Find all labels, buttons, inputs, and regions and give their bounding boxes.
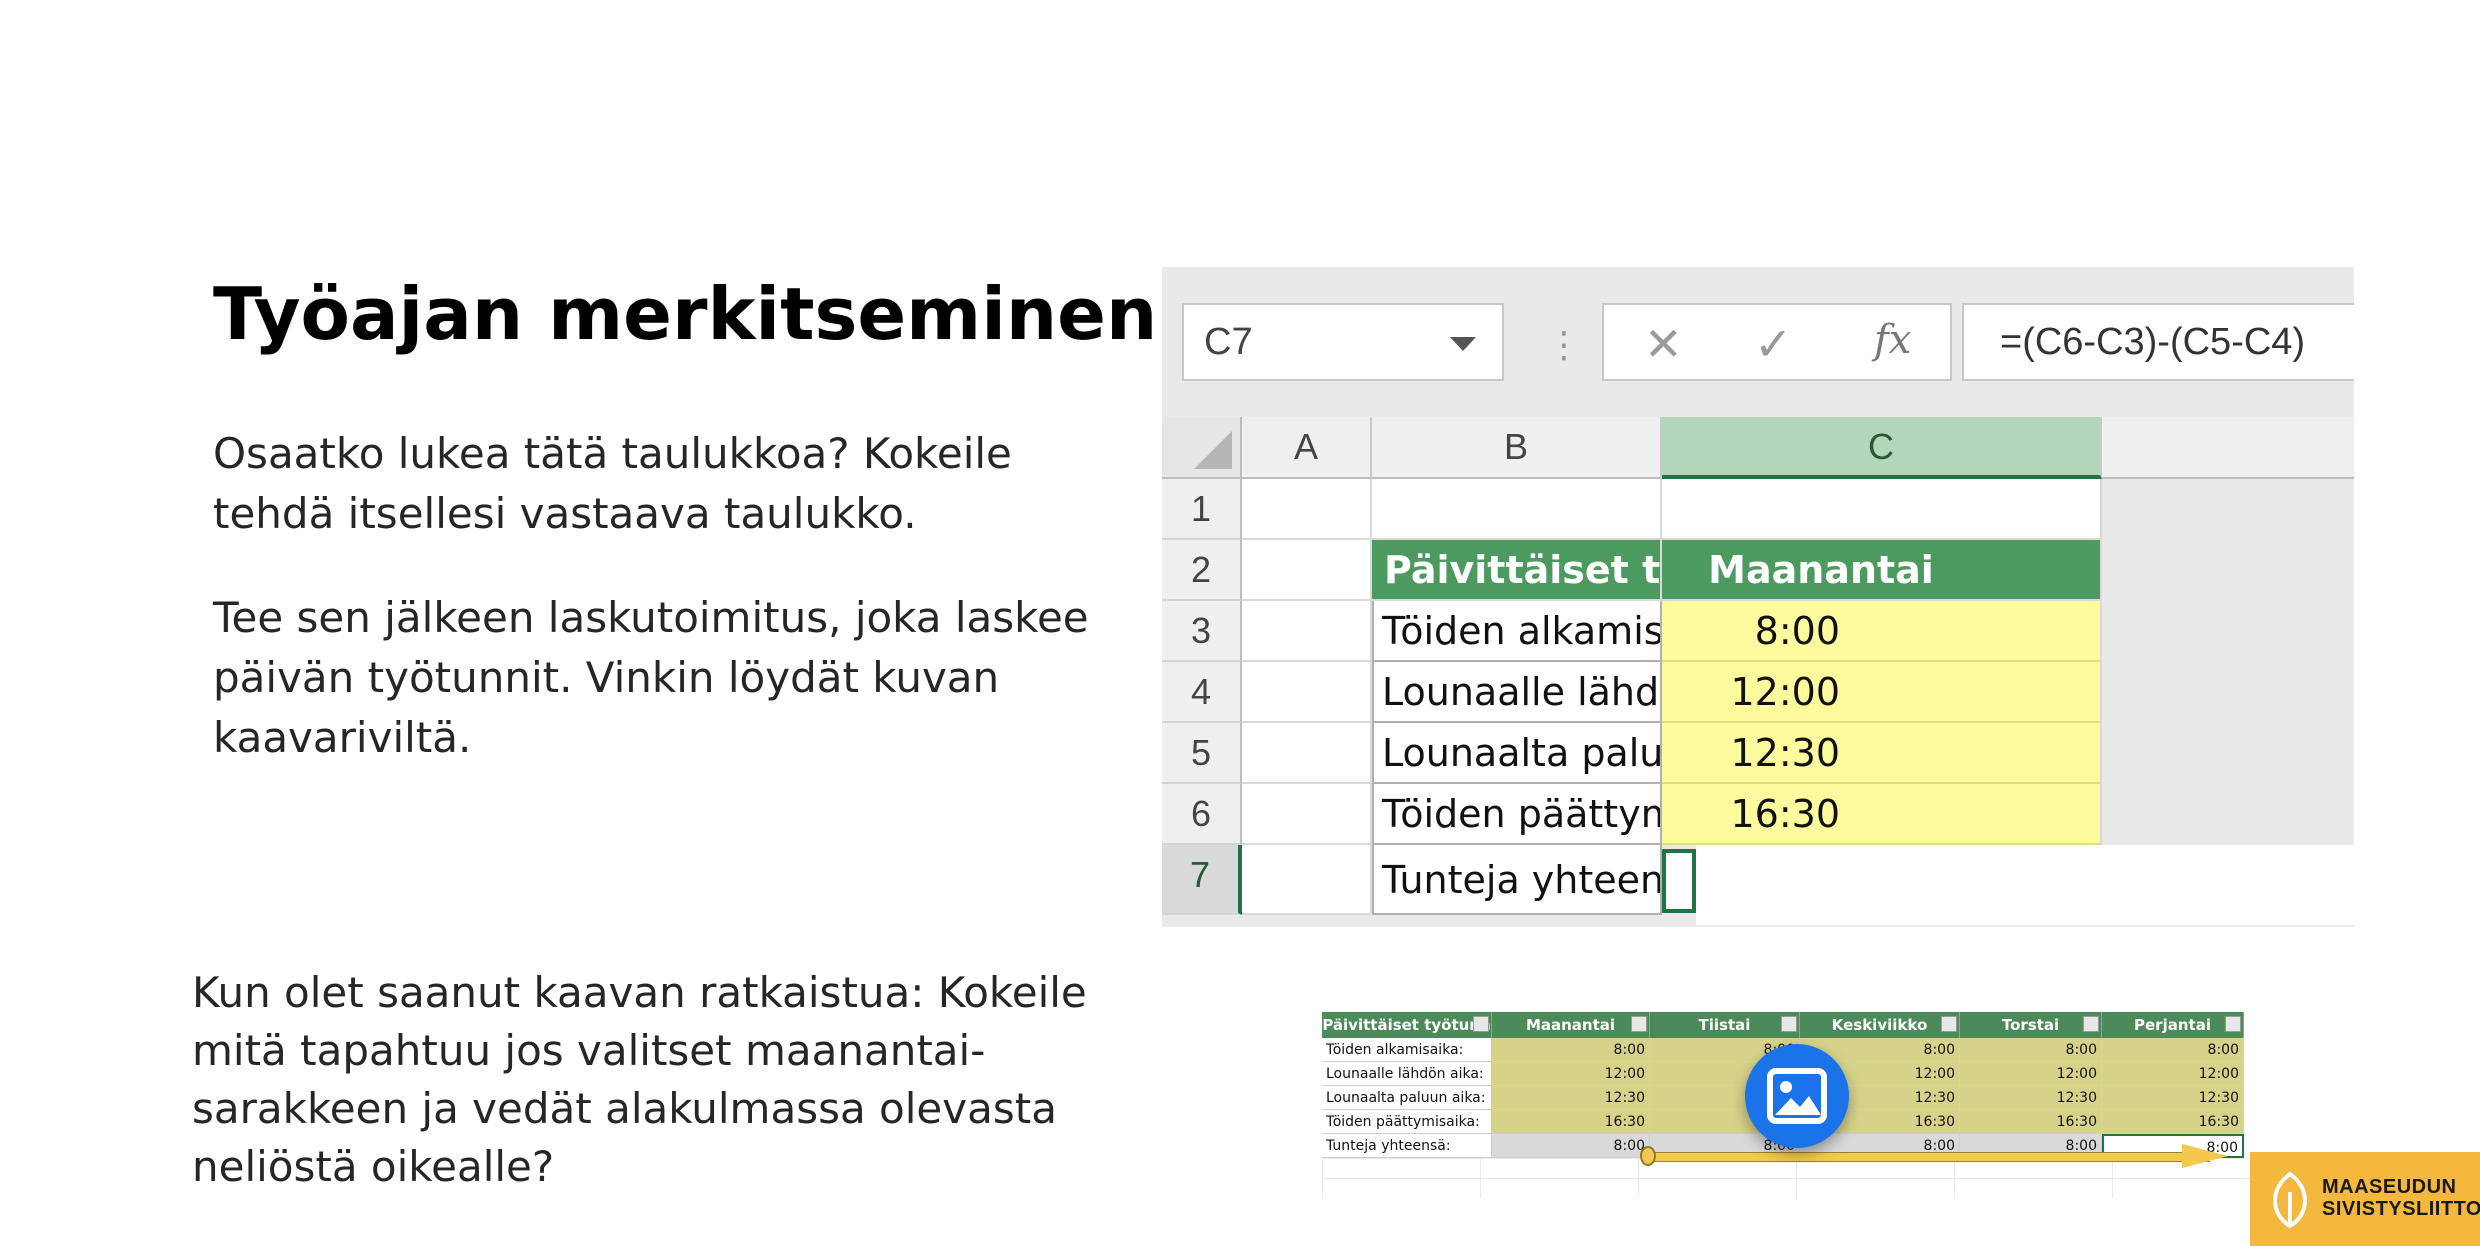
fill-arrow	[1648, 1152, 2210, 1162]
paragraph-followup: Kun olet saanut kaavan ratkaistua: Kokei…	[192, 968, 1087, 1191]
thumb-cell: 12:00	[1492, 1062, 1650, 1086]
name-box-value: C7	[1204, 321, 1253, 363]
cell-a2[interactable]	[1242, 540, 1372, 601]
cell-b1[interactable]	[1372, 479, 1662, 540]
filter-dropdown-icon	[1781, 1016, 1797, 1032]
row-header-5[interactable]: 5	[1162, 723, 1242, 784]
cell-c7-active[interactable]	[1662, 849, 1696, 913]
cell-b7[interactable]: Tunteja yhteensä:	[1372, 845, 1662, 915]
thumb-cell: 16:30	[2102, 1110, 2244, 1134]
cell-c6[interactable]: 16:30	[1662, 784, 2102, 845]
thumb-cell: 8:00	[1960, 1038, 2102, 1062]
cell-a6[interactable]	[1242, 784, 1372, 845]
cell-c3[interactable]: 8:00	[1662, 601, 2102, 662]
row-header-1[interactable]: 1	[1162, 479, 1242, 540]
thumb-cell: 12:30	[1492, 1086, 1650, 1110]
thumb-gridlines	[1322, 1158, 2278, 1198]
thumb-row-label: Lounaalle lähdön aika:	[1322, 1062, 1492, 1086]
column-header-c[interactable]: C	[1662, 417, 2102, 479]
more-vertical-icon: ⋮	[1546, 324, 1582, 365]
thumb-row-label: Töiden päättymisaika:	[1322, 1110, 1492, 1134]
cell-b4[interactable]: Lounaalle lähdön aika:	[1372, 662, 1662, 723]
cell-b2-header[interactable]: Päivittäiset työtunnit	[1372, 540, 1662, 601]
cell-b3[interactable]: Töiden alkamisaika:	[1372, 601, 1662, 662]
thumb-cell: 16:30	[1960, 1110, 2102, 1134]
thumb-header-tue: Tiistai	[1650, 1012, 1800, 1038]
paragraph-task: Tee sen jälkeen laskutoimitus, joka lask…	[213, 593, 1089, 762]
cell-b5[interactable]: Lounaalta paluun aika:	[1372, 723, 1662, 784]
check-icon[interactable]: ✓	[1754, 317, 1793, 371]
thumb-cell: 8:00	[1492, 1134, 1650, 1158]
formula-buttons: ✕ ✓ fx	[1602, 303, 1952, 381]
formula-bar[interactable]: =(C6-C3)-(C5-C4)	[1962, 303, 2354, 381]
column-header-blank	[2102, 417, 2354, 479]
cancel-icon[interactable]: ✕	[1644, 317, 1683, 371]
filter-dropdown-icon	[1473, 1016, 1489, 1032]
cell-c2-header[interactable]: Maanantai	[1662, 540, 2102, 601]
cell-a1[interactable]	[1242, 479, 1372, 540]
row-header-3[interactable]: 3	[1162, 601, 1242, 662]
cropped-area	[1696, 845, 2354, 925]
cell-a3[interactable]	[1242, 601, 1372, 662]
chevron-down-icon[interactable]	[1450, 337, 1476, 351]
row-header-2[interactable]: 2	[1162, 540, 1242, 601]
filter-dropdown-icon	[1631, 1016, 1647, 1032]
thumb-cell: 12:30	[2102, 1086, 2244, 1110]
thumb-row-label: Lounaalta paluun aika:	[1322, 1086, 1492, 1110]
thumb-header-label: Päivittäiset työtunn	[1322, 1012, 1492, 1038]
arrow-right-icon	[2182, 1144, 2228, 1168]
slide-title: Työajan merkitseminen	[213, 272, 1158, 356]
column-header-b[interactable]: B	[1372, 417, 1662, 479]
thumb-cell: 16:30	[1492, 1110, 1650, 1134]
fill-handle-icon	[1640, 1146, 1656, 1166]
thumb-cell: 12:30	[1960, 1086, 2102, 1110]
thumb-header-mon: Maanantai	[1492, 1012, 1650, 1038]
thumb-header-fri: Perjantai	[2102, 1012, 2244, 1038]
filter-dropdown-icon	[2225, 1016, 2241, 1032]
thumb-cell: 12:00	[2102, 1062, 2244, 1086]
logo-line-1: MAASEUDUN	[2322, 1176, 2457, 1198]
thumb-header-thu: Torstai	[1960, 1012, 2102, 1038]
cell-a4[interactable]	[1242, 662, 1372, 723]
cell-b6[interactable]: Töiden päättymisaika:	[1372, 784, 1662, 845]
cell-c5[interactable]: 12:30	[1662, 723, 2102, 784]
logo-line-2: SIVISTYSLIITTO	[2322, 1198, 2480, 1220]
row-header-6[interactable]: 6	[1162, 784, 1242, 845]
image-icon[interactable]	[1745, 1044, 1849, 1148]
cell-a7[interactable]	[1242, 845, 1372, 915]
select-all-corner[interactable]	[1162, 417, 1242, 479]
thumb-cell: 12:00	[1960, 1062, 2102, 1086]
row-header-7[interactable]: 7	[1162, 845, 1242, 915]
cell-c1[interactable]	[1662, 479, 2102, 540]
filter-dropdown-icon	[1941, 1016, 1957, 1032]
filter-dropdown-icon	[2083, 1016, 2099, 1032]
function-icon[interactable]: fx	[1874, 317, 1911, 363]
thumb-row-label: Töiden alkamisaika:	[1322, 1038, 1492, 1062]
cell-a5[interactable]	[1242, 723, 1372, 784]
leaf-icon	[2273, 1171, 2307, 1228]
thumb-cell: 8:00	[2102, 1038, 2244, 1062]
column-header-a[interactable]: A	[1242, 417, 1372, 479]
name-box[interactable]: C7	[1182, 303, 1504, 381]
thumb-cell: 8:00	[1492, 1038, 1650, 1062]
paragraph-intro: Osaatko lukea tätä taulukkoa? Kokeile te…	[213, 429, 1012, 538]
organization-logo: MAASEUDUN SIVISTYSLIITTO	[2250, 1152, 2480, 1246]
thumb-row-label: Tunteja yhteensä:	[1322, 1134, 1492, 1158]
cell-c4[interactable]: 12:00	[1662, 662, 2102, 723]
thumb-header-wed: Keskiviikko	[1800, 1012, 1960, 1038]
excel-screenshot: C7 ⋮ ✕ ✓ fx =(C6-C3)-(C5-C4) A B C 1 2 3…	[1162, 267, 2354, 927]
row-header-4[interactable]: 4	[1162, 662, 1242, 723]
